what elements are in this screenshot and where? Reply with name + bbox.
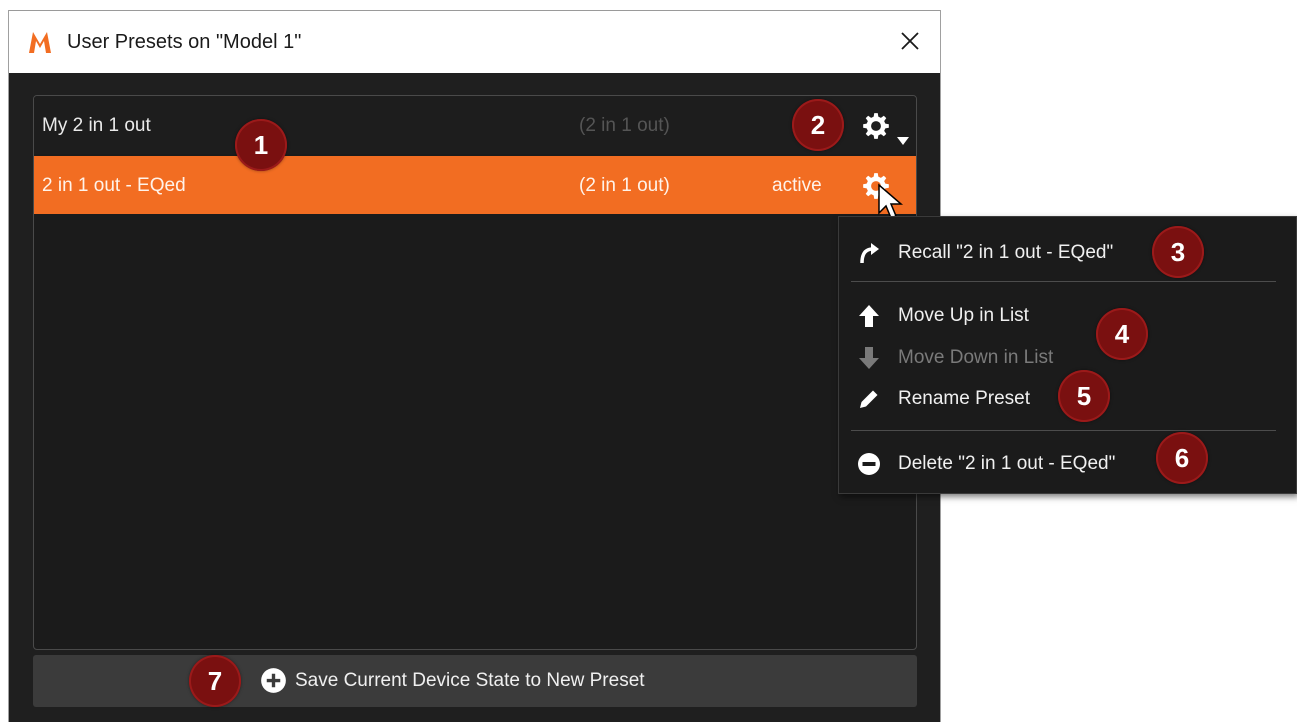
preset-io: (2 in 1 out) (579, 175, 670, 196)
arrow-up-icon (859, 305, 879, 327)
callout-badge-1: 1 (235, 119, 287, 171)
close-button[interactable] (894, 25, 926, 57)
preset-name: 2 in 1 out - EQed (42, 175, 186, 196)
preset-row[interactable]: 2 in 1 out - EQed (2 in 1 out) active (34, 156, 916, 214)
close-icon (901, 32, 919, 50)
gear-icon[interactable] (862, 112, 890, 140)
callout-badge-7: 7 (189, 655, 241, 707)
menu-item-delete[interactable]: Delete "2 in 1 out - EQed" (839, 444, 1296, 482)
menu-item-label: Delete "2 in 1 out - EQed" (898, 453, 1116, 474)
menu-item-move-up[interactable]: Move Up in List (839, 296, 1296, 334)
preset-row[interactable]: My 2 in 1 out (2 in 1 out) (34, 96, 916, 154)
menu-item-recall[interactable]: Recall "2 in 1 out - EQed" (839, 233, 1296, 271)
recall-arrow-icon (860, 243, 879, 264)
save-preset-button[interactable]: Save Current Device State to New Preset (33, 655, 917, 707)
menu-item-label: Move Down in List (898, 347, 1054, 368)
menu-item-move-down[interactable]: Move Down in List (839, 338, 1296, 376)
preset-name: My 2 in 1 out (42, 115, 151, 136)
window-title: User Presets on "Model 1" (67, 31, 302, 53)
menu-item-label: Rename Preset (898, 388, 1031, 409)
preset-io: (2 in 1 out) (579, 115, 670, 136)
menu-item-label: Recall "2 in 1 out - EQed" (898, 242, 1114, 263)
callout-badge-5: 5 (1058, 370, 1110, 422)
preset-context-menu: Recall "2 in 1 out - EQed" Move Up in Li… (838, 216, 1297, 494)
save-preset-label: Save Current Device State to New Preset (295, 670, 645, 691)
callout-badge-2: 2 (792, 99, 844, 151)
callout-badge-6: 6 (1156, 432, 1208, 484)
title-bar: User Presets on "Model 1" (9, 10, 940, 73)
arrow-down-icon (859, 347, 879, 369)
active-status: active (772, 175, 822, 196)
pencil-icon (860, 390, 878, 408)
callout-badge-3: 3 (1152, 226, 1204, 278)
plus-circle-icon (261, 668, 286, 693)
minus-circle-icon (858, 453, 880, 475)
callout-badge-4: 4 (1096, 308, 1148, 360)
menu-separator (851, 281, 1276, 282)
preset-list: My 2 in 1 out (2 in 1 out) 2 in 1 out - … (33, 95, 917, 650)
app-logo-icon (29, 32, 51, 53)
menu-item-label: Move Up in List (898, 305, 1029, 326)
dropdown-caret-icon[interactable] (896, 136, 910, 146)
menu-separator (851, 430, 1276, 431)
